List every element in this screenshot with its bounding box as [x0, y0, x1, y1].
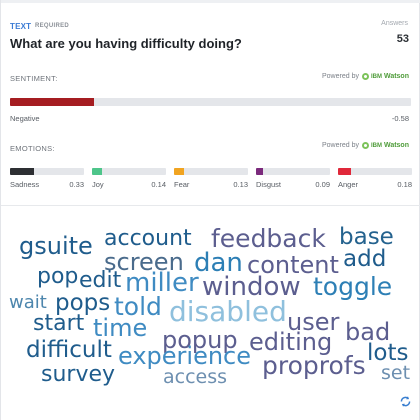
word-cloud-word[interactable]: disabled: [169, 298, 287, 326]
word-cloud-word[interactable]: edit: [79, 270, 121, 292]
watson-dot-icon: [361, 142, 369, 149]
word-cloud-word[interactable]: proprofs: [262, 353, 366, 378]
ibm-watson-logo-icon: IBM Watson: [361, 73, 409, 80]
sentiment-bar: [10, 98, 411, 106]
word-cloud-word[interactable]: wait: [9, 294, 47, 312]
emotion-value: 0.14: [151, 180, 166, 189]
emotion-label: Joy: [92, 180, 104, 189]
sentiment-label: Negative: [10, 114, 40, 123]
word-cloud-word[interactable]: set: [381, 364, 410, 383]
word-cloud: gsuite account feedback base screen dan …: [1, 206, 420, 420]
emotion-value: 0.09: [315, 180, 330, 189]
question-type-label: TEXT: [10, 22, 32, 31]
emotion-bar-fill: [256, 168, 263, 175]
emotion-value: 0.18: [397, 180, 412, 189]
refresh-icon[interactable]: [399, 395, 412, 408]
watson-dot-icon: [361, 73, 369, 80]
provider-name: Watson: [383, 142, 409, 149]
word-cloud-word[interactable]: toggle: [313, 274, 392, 299]
powered-by-text: Powered by: [322, 142, 359, 149]
required-label: REQUIRED: [35, 23, 70, 29]
emotion-bar: [92, 168, 166, 175]
emotion-label: Sadness: [10, 180, 40, 189]
answers-count: 53: [396, 33, 409, 45]
word-cloud-word[interactable]: survey: [41, 364, 115, 386]
word-cloud-word[interactable]: start: [33, 313, 84, 335]
emotion-label: Disgust: [256, 180, 282, 189]
sentiment-bar-fill: [10, 98, 95, 106]
word-cloud-word[interactable]: difficult: [26, 339, 112, 362]
answers-label: Answers: [381, 20, 408, 27]
word-cloud-word[interactable]: experience: [118, 344, 251, 368]
question-title: What are you having difficulty doing?: [10, 36, 242, 51]
provider-prefix: IBM: [370, 73, 382, 80]
word-cloud-word[interactable]: add: [343, 248, 386, 271]
emotion-anger: Anger 0.18: [338, 168, 412, 189]
sentiment-section-label: SENTIMENT:: [10, 74, 58, 83]
emotion-value: 0.13: [233, 180, 248, 189]
emotion-sadness: Sadness 0.33: [10, 168, 84, 189]
emotion-bar: [174, 168, 248, 175]
sentiment-powered-by: Powered by IBM Watson: [322, 73, 409, 80]
word-cloud-word[interactable]: gsuite: [19, 234, 93, 258]
emotion-bar-fill: [174, 168, 184, 175]
emotion-bar-fill: [92, 168, 103, 175]
emotions-section-label: EMOTIONS:: [10, 144, 55, 153]
emotion-bar: [10, 168, 84, 175]
powered-by-text: Powered by: [322, 73, 359, 80]
emotion-bar-fill: [10, 168, 35, 175]
emotion-bar: [256, 168, 330, 175]
provider-name: Watson: [383, 73, 409, 80]
word-cloud-word[interactable]: account: [104, 228, 192, 250]
word-cloud-word[interactable]: access: [163, 368, 227, 387]
top-divider: [1, 0, 420, 3]
emotions-powered-by: Powered by IBM Watson: [322, 142, 409, 149]
ibm-watson-logo-icon: IBM Watson: [361, 142, 409, 149]
question-card: TEXT REQUIRED Answers What are you havin…: [0, 0, 420, 420]
emotion-value: 0.33: [69, 180, 84, 189]
emotion-bar: [338, 168, 412, 175]
emotion-joy: Joy 0.14: [92, 168, 166, 189]
sentiment-value: -0.58: [391, 114, 409, 123]
word-cloud-word[interactable]: pop: [37, 266, 78, 288]
emotion-bar-fill: [338, 168, 352, 175]
emotion-disgust: Disgust 0.09: [256, 168, 330, 189]
emotion-label: Fear: [174, 180, 190, 189]
emotion-fear: Fear 0.13: [174, 168, 248, 189]
emotion-label: Anger: [338, 180, 359, 189]
provider-prefix: IBM: [370, 142, 382, 149]
